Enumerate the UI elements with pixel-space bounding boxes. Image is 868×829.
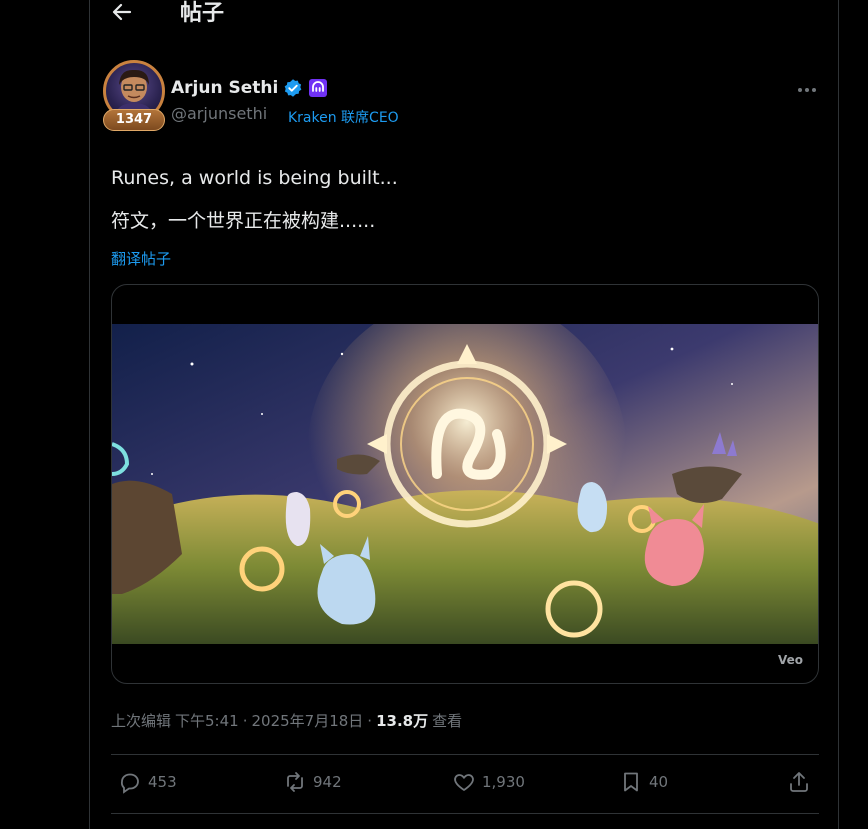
back-button[interactable] [110,0,136,24]
repost-button[interactable]: 942 [283,770,342,794]
bookmark-button[interactable]: 40 [619,770,668,794]
avatar-container: 1347 [103,60,167,131]
more-dot-icon [805,88,809,92]
veo-watermark: Veo [777,653,803,667]
divider [111,813,819,814]
level-badge: 1347 [103,109,165,131]
kraken-affiliate-icon[interactable] [308,78,328,98]
post-column: 帖子 1347 Arjun Sethi @arjunsethi Kraken 联… [89,0,839,829]
bookmark-icon [624,772,638,792]
meta-separator: · [242,711,248,730]
author-affiliation[interactable]: Kraken 联席CEO [288,107,399,127]
edited-label[interactable]: 上次编辑 [111,710,171,731]
more-dot-icon [798,88,802,92]
views-count: 13.8万 [376,712,429,730]
share-button[interactable] [787,770,811,794]
arrow-left-icon [112,3,132,21]
author-handle[interactable]: @arjunsethi [171,104,267,123]
views-label: 查看 [432,712,463,730]
page-title: 帖子 [180,1,225,26]
tweet-text-en: Runes, a world is being built... [111,167,398,189]
share-icon [790,772,808,792]
reply-icon [120,773,139,794]
translate-post-link[interactable]: 翻译帖子 [111,248,171,269]
repost-icon [287,772,303,792]
page-header: 帖子 [90,0,838,26]
like-count: 1,930 [482,773,525,791]
more-options-button[interactable] [795,80,819,100]
bookmark-count: 40 [649,773,669,791]
video-card[interactable]: Veo [111,284,819,684]
more-dot-icon [812,88,816,92]
post-meta: 上次编辑 下午5:41 · 2025年7月18日 · 13.8万 查看 [111,710,462,731]
meta-separator: · [367,711,373,730]
repost-count: 942 [313,773,342,791]
reply-count: 453 [148,773,177,791]
heart-icon [454,774,474,791]
divider [111,754,819,755]
video-thumbnail[interactable] [112,324,819,644]
author-display-name[interactable]: Arjun Sethi [171,78,278,98]
verified-badge-icon [284,79,302,97]
post-time[interactable]: 下午5:41 [175,710,239,731]
like-button[interactable]: 1,930 [452,770,525,794]
reply-button[interactable]: 453 [118,770,177,794]
tweet-text-zh: 符文，一个世界正在被构建...... [111,210,376,232]
author-name-row: Arjun Sethi [171,78,328,98]
post-date[interactable]: 2025年7月18日 [251,710,363,731]
